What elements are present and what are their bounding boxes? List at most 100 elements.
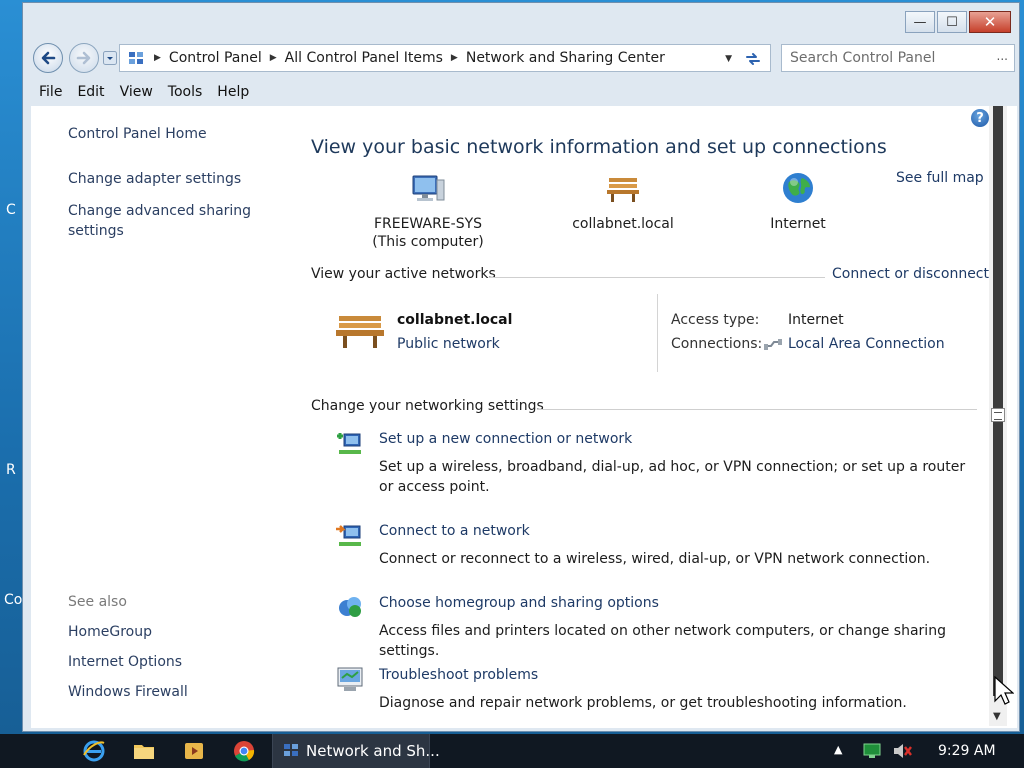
title-bar[interactable]: — ☐ ✕ — [23, 3, 1019, 39]
map-node-sublabel: (This computer) — [372, 234, 484, 250]
refresh-icon[interactable] — [744, 50, 762, 68]
file-explorer-icon[interactable] — [132, 739, 156, 763]
new-connection-icon — [337, 433, 361, 454]
breadcrumb-network-sharing-center[interactable]: Network and Sharing Center — [466, 50, 665, 66]
windows-firewall-link[interactable]: Windows Firewall — [68, 684, 188, 700]
internet-options-link[interactable]: Internet Options — [68, 654, 182, 670]
network-sharing-center-window: — ☐ ✕ ▶ Control Panel ▶ All Control Pane… — [22, 2, 1020, 732]
network-location-link[interactable]: Public network — [397, 336, 500, 352]
local-area-connection-link[interactable]: Local Area Connection — [788, 336, 945, 352]
breadcrumb-separator-icon[interactable]: ▶ — [154, 53, 161, 63]
control-panel-icon — [284, 744, 298, 756]
map-node-computer[interactable]: FREEWARE-SYS (This computer) — [353, 170, 503, 250]
vertical-divider — [657, 294, 658, 372]
menu-tools[interactable]: Tools — [160, 81, 210, 105]
navigation-bar: ▶ Control Panel ▶ All Control Panel Item… — [31, 41, 1015, 75]
chevron-down-icon — [103, 51, 117, 65]
breadcrumb-separator-icon[interactable]: ▶ — [451, 53, 458, 63]
desktop-icon-label[interactable]: Co — [4, 592, 22, 608]
recent-pages-button[interactable] — [103, 51, 117, 65]
section-divider — [489, 277, 825, 278]
taskbar-button-network-sharing[interactable]: Network and Sh... — [272, 734, 440, 768]
task-description: Set up a wireless, broadband, dial-up, a… — [379, 459, 966, 495]
volume-muted-icon[interactable] — [892, 742, 912, 760]
menu-edit[interactable]: Edit — [69, 81, 111, 105]
scroll-down-icon[interactable]: ▼ — [993, 711, 1001, 722]
search-placeholder: Search Control Panel — [790, 50, 936, 66]
task-homegroup-link[interactable]: Choose homegroup and sharing options — [379, 595, 659, 611]
task-new-connection-link[interactable]: Set up a new connection or network — [379, 431, 632, 447]
homegroup-link[interactable]: HomeGroup — [68, 624, 152, 640]
globe-icon — [783, 173, 813, 203]
network-tray-icon[interactable] — [862, 742, 882, 760]
computer-icon — [412, 175, 445, 201]
minimize-button[interactable]: — — [905, 11, 935, 33]
vertical-scrollbar[interactable]: ▼ — [989, 106, 1007, 726]
minimize-icon: — — [913, 14, 927, 30]
task-description: Diagnose and repair network problems, or… — [379, 695, 907, 711]
desktop-icon-label[interactable]: R — [6, 462, 16, 478]
map-node-label: FREEWARE-SYS — [373, 216, 483, 232]
search-input[interactable]: Search Control Panel ... — [781, 44, 1015, 72]
task-troubleshoot-link[interactable]: Troubleshoot problems — [379, 667, 538, 683]
access-type-value: Internet — [788, 312, 844, 328]
taskbar-clock[interactable]: 9:29 AM — [938, 743, 996, 759]
address-dropdown-icon[interactable]: ▼ — [725, 54, 732, 64]
ethernet-icon — [764, 339, 782, 350]
connections-label: Connections: — [671, 336, 763, 352]
taskbar-button-label: Network and Sh... — [306, 742, 440, 760]
menu-file[interactable]: File — [31, 81, 69, 105]
menu-help[interactable]: Help — [209, 81, 256, 105]
show-hidden-icons-icon[interactable]: ▲ — [834, 743, 842, 756]
task-description: Connect or reconnect to a wireless, wire… — [379, 551, 931, 567]
close-button[interactable]: ✕ — [969, 11, 1011, 33]
scrollbar-track[interactable] — [993, 106, 1003, 696]
see-also-heading: See also — [68, 594, 127, 610]
breadcrumb-separator-icon[interactable]: ▶ — [270, 53, 277, 63]
internet-explorer-icon[interactable] — [82, 739, 106, 763]
see-full-map-link[interactable]: See full map — [896, 170, 984, 186]
change-advanced-sharing-link[interactable]: Change advanced sharing settings — [68, 201, 258, 241]
back-arrow-icon — [41, 51, 56, 65]
connect-or-disconnect-link[interactable]: Connect or disconnect — [832, 266, 989, 282]
back-button[interactable] — [33, 43, 63, 73]
change-adapter-settings-link[interactable]: Change adapter settings — [68, 171, 241, 187]
task-description: Access files and printers located on oth… — [379, 623, 946, 659]
help-icon[interactable]: ? — [971, 109, 989, 127]
active-networks-heading: View your active networks — [311, 266, 496, 282]
active-network-name: collabnet.local — [397, 312, 513, 328]
change-settings-heading: Change your networking settings — [311, 398, 544, 414]
menu-bar: File Edit View Tools Help — [31, 81, 1011, 105]
task-pane: Control Panel Home Change adapter settin… — [31, 106, 301, 728]
control-panel-home-link[interactable]: Control Panel Home — [68, 126, 207, 142]
media-player-icon[interactable] — [182, 739, 206, 763]
task-connect-network-link[interactable]: Connect to a network — [379, 523, 530, 539]
maximize-icon: ☐ — [946, 14, 958, 30]
connect-network-icon — [336, 525, 361, 546]
taskbar: Network and Sh... ▲ 9:29 AM — [0, 734, 1024, 768]
mouse-cursor-icon — [994, 676, 1014, 705]
forward-arrow-icon — [76, 51, 91, 65]
troubleshoot-icon — [337, 667, 363, 691]
chrome-icon[interactable] — [232, 739, 256, 763]
bench-icon — [607, 178, 639, 202]
map-node-internet[interactable]: Internet — [743, 170, 853, 232]
menu-view[interactable]: View — [112, 81, 160, 105]
homegroup-icon — [339, 597, 361, 617]
content-pane: Control Panel Home Change adapter settin… — [31, 106, 1017, 728]
bench-icon — [336, 316, 384, 348]
scrollbar-thumb[interactable] — [991, 408, 1005, 422]
page-title: View your basic network information and … — [311, 136, 887, 158]
maximize-button[interactable]: ☐ — [937, 11, 967, 33]
breadcrumb-control-panel[interactable]: Control Panel — [169, 50, 262, 66]
map-node-label: Internet — [770, 216, 826, 232]
forward-button[interactable] — [69, 43, 99, 73]
map-node-label: collabnet.local — [572, 216, 674, 232]
breadcrumb-all-items[interactable]: All Control Panel Items — [285, 50, 443, 66]
map-node-network[interactable]: collabnet.local — [548, 170, 698, 232]
control-panel-icon — [129, 52, 143, 64]
desktop-icon-label[interactable]: C — [6, 202, 16, 218]
search-options-icon[interactable]: ... — [997, 49, 1008, 63]
address-bar[interactable]: ▶ Control Panel ▶ All Control Panel Item… — [119, 44, 771, 72]
close-icon: ✕ — [983, 12, 997, 31]
